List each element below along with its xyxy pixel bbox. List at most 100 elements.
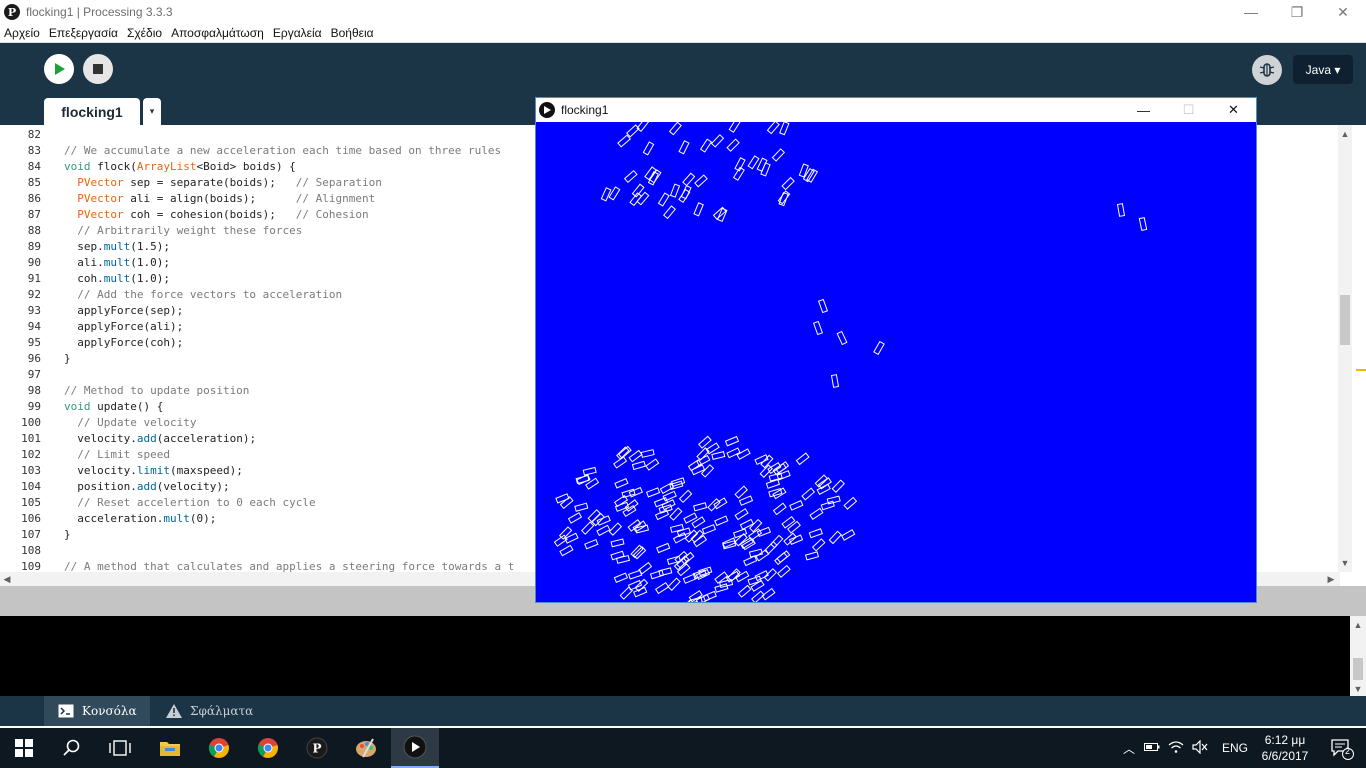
window-titlebar[interactable]: P flocking1 | Processing 3.3.3 — ❐ ✕ xyxy=(0,0,1366,24)
menu-edit[interactable]: Επεξεργασία xyxy=(45,26,122,40)
taskbar-clock[interactable]: 6:12 μμ 6/6/2017 xyxy=(1250,732,1320,764)
boid xyxy=(608,186,621,201)
line-number: 82 xyxy=(27,128,41,141)
tab-errors[interactable]: Σφάλματα xyxy=(152,696,270,726)
menu-file[interactable]: Αρχείο xyxy=(0,26,44,40)
line-number: 106 xyxy=(21,512,41,525)
task-view-button[interactable] xyxy=(96,728,144,768)
taskbar-sketch-window[interactable] xyxy=(391,728,439,768)
stop-button[interactable] xyxy=(83,54,113,84)
boid xyxy=(559,544,574,557)
boid xyxy=(684,529,699,543)
maximize-button[interactable]: ❐ xyxy=(1274,0,1320,24)
line-number: 107 xyxy=(21,528,41,541)
scroll-down-arrow-icon[interactable]: ▼ xyxy=(1338,556,1352,570)
tab-console[interactable]: Κονσόλα xyxy=(44,696,150,726)
line-number: 101 xyxy=(21,432,41,445)
boid xyxy=(739,537,755,550)
boid xyxy=(669,183,681,198)
taskbar-chrome-1[interactable] xyxy=(195,728,243,768)
sketch-window[interactable]: flocking1 — ☐ ✕ xyxy=(535,97,1257,603)
mode-selector[interactable]: Java ▾ xyxy=(1293,55,1353,84)
boid xyxy=(811,538,826,552)
code-token: coh = cohesion(boids); xyxy=(123,208,296,221)
action-center-button[interactable]: 2 xyxy=(1330,738,1354,760)
console-scrollbar[interactable]: ▲ ▼ xyxy=(1350,616,1366,696)
line-number: 97 xyxy=(27,368,41,381)
scrollbar-thumb[interactable] xyxy=(1340,295,1350,345)
scroll-left-arrow-icon[interactable]: ◀ xyxy=(0,572,14,586)
boid xyxy=(787,520,801,534)
scroll-up-arrow-icon[interactable]: ▲ xyxy=(1350,618,1366,632)
boid xyxy=(873,340,885,356)
code-text: ali.mult(1.0); xyxy=(64,255,170,271)
input-language-indicator[interactable]: ENG xyxy=(1222,741,1248,755)
code-text: // We accumulate a new acceleration each… xyxy=(64,143,501,159)
scroll-up-arrow-icon[interactable]: ▲ xyxy=(1338,127,1352,141)
scroll-right-arrow-icon[interactable]: ▶ xyxy=(1324,572,1338,586)
wifi-icon[interactable] xyxy=(1168,740,1184,757)
taskbar-file-explorer[interactable] xyxy=(146,728,194,768)
show-hidden-icons-chevron-icon[interactable]: ︿ xyxy=(1120,740,1138,757)
battery-icon[interactable] xyxy=(1144,741,1160,756)
line-number: 104 xyxy=(21,480,41,493)
menu-debug[interactable]: Αποσφαλμάτωση xyxy=(167,26,268,40)
close-button[interactable]: ✕ xyxy=(1320,0,1366,24)
window-controls: — ❐ ✕ xyxy=(1228,0,1366,24)
taskbar-processing[interactable]: P xyxy=(293,728,341,768)
boid xyxy=(761,587,776,601)
menu-help[interactable]: Βοήθεια xyxy=(327,26,378,40)
boid xyxy=(701,524,717,535)
boid xyxy=(631,460,646,471)
code-text: } xyxy=(64,351,71,367)
menu-tools[interactable]: Εργαλεία xyxy=(269,26,326,40)
boid xyxy=(693,502,708,512)
start-button[interactable] xyxy=(0,728,48,768)
boid xyxy=(841,529,856,541)
sketch-canvas[interactable] xyxy=(536,122,1256,602)
sketch-window-titlebar[interactable]: flocking1 — ☐ ✕ xyxy=(536,98,1256,122)
code-token: // Separation xyxy=(295,176,382,189)
code-token: sep = separate(boids); xyxy=(123,176,296,189)
volume-muted-icon[interactable] xyxy=(1192,739,1208,757)
boid xyxy=(596,524,611,537)
processing-app-icon: P xyxy=(4,4,20,20)
scrollbar-thumb[interactable] xyxy=(1353,658,1363,680)
tab-flocking1[interactable]: flocking1 xyxy=(44,98,140,125)
boid xyxy=(658,567,673,577)
warning-marker[interactable] xyxy=(1356,369,1366,371)
line-number: 105 xyxy=(21,496,41,509)
debugger-toggle-button[interactable] xyxy=(1252,55,1282,85)
menu-sketch[interactable]: Σχέδιο xyxy=(123,26,166,40)
boid xyxy=(672,532,688,544)
code-token: // Update velocity xyxy=(77,416,197,429)
search-button[interactable] xyxy=(48,728,96,768)
scroll-down-arrow-icon[interactable]: ▼ xyxy=(1350,682,1366,696)
boid xyxy=(747,575,762,586)
taskbar-paint[interactable] xyxy=(342,728,390,768)
code-text: applyForce(sep); xyxy=(64,303,183,319)
code-token: mult xyxy=(163,512,190,525)
minimize-button[interactable]: — xyxy=(1228,0,1274,24)
boid xyxy=(676,563,691,577)
boid xyxy=(734,485,748,499)
boid xyxy=(711,451,726,460)
boid xyxy=(608,522,623,536)
taskbar-chrome-2[interactable] xyxy=(244,728,292,768)
run-button[interactable] xyxy=(44,54,74,84)
boid xyxy=(739,518,755,531)
code-token: applyForce(sep); xyxy=(64,304,184,317)
boid xyxy=(662,490,677,502)
boid xyxy=(760,162,771,177)
sketch-maximize-button: ☐ xyxy=(1182,102,1195,117)
editor-vertical-scrollbar[interactable]: ▲ ▼ xyxy=(1338,125,1352,572)
boid xyxy=(613,572,629,583)
tab-menu-button[interactable]: ▾ xyxy=(143,98,161,125)
sketch-minimize-button[interactable]: — xyxy=(1121,98,1166,122)
sketch-close-button[interactable]: ✕ xyxy=(1211,98,1256,122)
console-output[interactable]: ▲ ▼ xyxy=(0,616,1366,696)
boid xyxy=(696,447,710,461)
code-token: ali. xyxy=(64,256,104,269)
